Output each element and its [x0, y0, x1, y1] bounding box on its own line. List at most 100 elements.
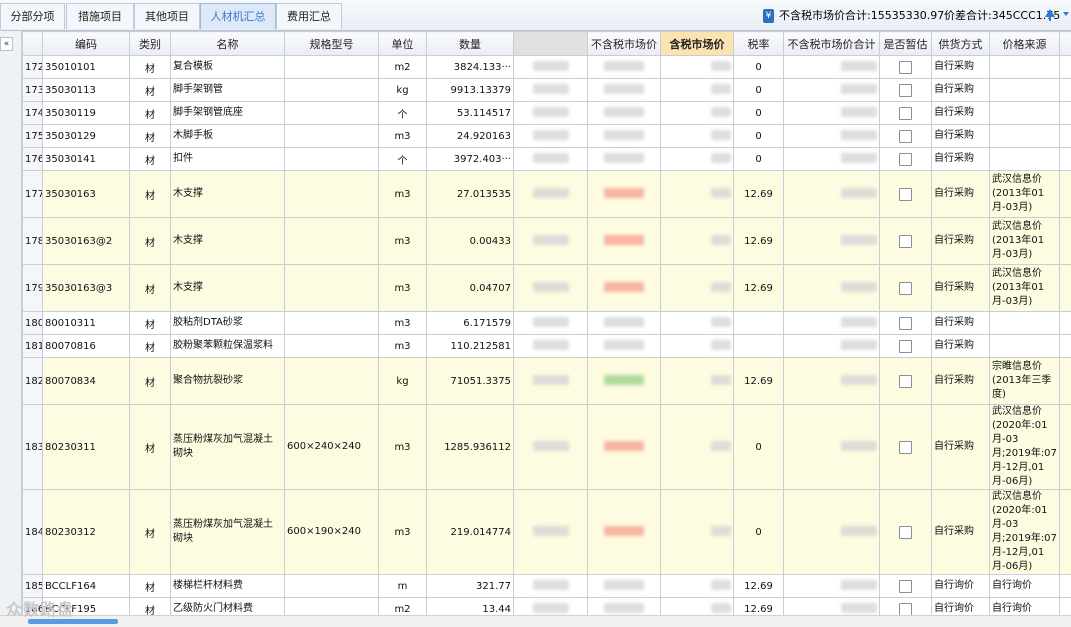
- cell-estimate[interactable]: [880, 490, 932, 575]
- cell-name[interactable]: 脚手架钢管: [171, 79, 285, 102]
- cell-remark[interactable]: [1060, 265, 1071, 312]
- table-row[interactable]: 17435030119材脚手架钢管底座个53.1145170自行采购: [23, 102, 1071, 125]
- cell-unit[interactable]: m3: [379, 171, 427, 218]
- cell-tax-rate[interactable]: 12.69: [734, 358, 784, 405]
- header-price-source[interactable]: 价格来源: [990, 32, 1060, 56]
- table-row[interactable]: 17935030163@3材木支撑m30.0470712.69自行采购武汉信息价…: [23, 265, 1071, 312]
- cell-market-total[interactable]: [784, 56, 880, 79]
- cell-code[interactable]: 35030141: [43, 148, 130, 171]
- cell-spec[interactable]: [285, 125, 379, 148]
- cell-remark[interactable]: [1060, 56, 1071, 79]
- cell-spec[interactable]: [285, 265, 379, 312]
- cell-estimate[interactable]: [880, 56, 932, 79]
- cell-qty[interactable]: 0.04707: [427, 265, 514, 312]
- header-spec[interactable]: 规格型号: [285, 32, 379, 56]
- estimate-checkbox[interactable]: [899, 130, 912, 143]
- cell-spec[interactable]: [285, 575, 379, 598]
- header-market-total[interactable]: 不含税市场价合计: [784, 32, 880, 56]
- cell-code[interactable]: 80230311: [43, 405, 130, 490]
- cell-unit[interactable]: m2: [379, 56, 427, 79]
- cell-qty[interactable]: 6.171579: [427, 312, 514, 335]
- cell-market-price-notax[interactable]: [588, 598, 661, 616]
- table-row[interactable]: 18180070816材胶粉聚苯颗粒保温浆料m3110.212581自行采购: [23, 335, 1071, 358]
- collapse-panel-icon[interactable]: «: [0, 37, 13, 51]
- cell-tax-rate[interactable]: 0: [734, 102, 784, 125]
- cell-market-price-tax[interactable]: [661, 79, 734, 102]
- cell-price-source[interactable]: 武汉信息价(2020年:01月-03月;2019年:07月-12月,01月-06…: [990, 490, 1060, 575]
- cell-market-total[interactable]: [784, 125, 880, 148]
- cell-type[interactable]: 材: [130, 490, 171, 575]
- tab-qita[interactable]: 其他项目: [134, 3, 200, 29]
- cell-qty[interactable]: 13.44: [427, 598, 514, 616]
- estimate-checkbox[interactable]: [899, 317, 912, 330]
- header-estimate[interactable]: 是否暂估: [880, 32, 932, 56]
- cell-price-source[interactable]: [990, 335, 1060, 358]
- cell-code[interactable]: 35030163: [43, 171, 130, 218]
- cell-price-source[interactable]: [990, 102, 1060, 125]
- cell-qty[interactable]: 9913.13379: [427, 79, 514, 102]
- cell-price-source[interactable]: 自行询价: [990, 575, 1060, 598]
- cell-unit[interactable]: m3: [379, 265, 427, 312]
- cell-market-price-notax[interactable]: [588, 171, 661, 218]
- cell-spec[interactable]: [285, 335, 379, 358]
- cell-supply[interactable]: 自行询价: [932, 575, 990, 598]
- cell-market-total[interactable]: [784, 79, 880, 102]
- cell-supply[interactable]: 自行采购: [932, 171, 990, 218]
- cell-qty[interactable]: 1285.936112: [427, 405, 514, 490]
- cell-estimate[interactable]: [880, 598, 932, 616]
- cell-market-price-tax[interactable]: [661, 265, 734, 312]
- cell-supply[interactable]: 自行采购: [932, 148, 990, 171]
- cell-market-price-tax[interactable]: [661, 218, 734, 265]
- cell-type[interactable]: 材: [130, 358, 171, 405]
- tab-rencaiji[interactable]: 人材机汇总: [200, 3, 276, 29]
- cell-supply[interactable]: 自行采购: [932, 358, 990, 405]
- cell-qty[interactable]: 219.014774: [427, 490, 514, 575]
- cell-market-price-tax[interactable]: [661, 148, 734, 171]
- cell-qty[interactable]: 27.013535: [427, 171, 514, 218]
- table-row[interactable]: 18380230311材蒸压粉煤灰加气混凝土砌块600×240×240m3128…: [23, 405, 1071, 490]
- cell-unit[interactable]: m3: [379, 405, 427, 490]
- cell-unit[interactable]: m3: [379, 312, 427, 335]
- estimate-checkbox[interactable]: [899, 603, 912, 616]
- cell-market-price-tax[interactable]: [661, 125, 734, 148]
- cell-market-price-notax[interactable]: [588, 265, 661, 312]
- cell-price-source[interactable]: [990, 312, 1060, 335]
- estimate-checkbox[interactable]: [899, 580, 912, 593]
- cell-type[interactable]: 材: [130, 125, 171, 148]
- cell-spec[interactable]: [285, 79, 379, 102]
- cell-name[interactable]: 木支撑: [171, 171, 285, 218]
- cell-tax-rate[interactable]: 12.69: [734, 171, 784, 218]
- cell-supply[interactable]: 自行采购: [932, 56, 990, 79]
- cell-market-total[interactable]: [784, 575, 880, 598]
- cell-supply[interactable]: 自行采购: [932, 312, 990, 335]
- cell-price-source[interactable]: 武汉信息价(2013年01月-03月): [990, 265, 1060, 312]
- cell-price-source[interactable]: [990, 56, 1060, 79]
- estimate-checkbox[interactable]: [899, 375, 912, 388]
- cell-tax-rate[interactable]: 0: [734, 148, 784, 171]
- cell-estimate[interactable]: [880, 405, 932, 490]
- cell-unit[interactable]: m2: [379, 598, 427, 616]
- header-market-price-tax[interactable]: 含税市场价: [661, 32, 734, 56]
- cell-name[interactable]: 乙级防火门材料费: [171, 598, 285, 616]
- cell-qty[interactable]: 71051.3375: [427, 358, 514, 405]
- cell-qty[interactable]: 321.77: [427, 575, 514, 598]
- cell-market-price-notax[interactable]: [588, 335, 661, 358]
- cell-tax-rate[interactable]: [734, 335, 784, 358]
- cell-qty[interactable]: 24.920163: [427, 125, 514, 148]
- cell-code[interactable]: 80230312: [43, 490, 130, 575]
- cell-code[interactable]: 35030163@3: [43, 265, 130, 312]
- estimate-checkbox[interactable]: [899, 340, 912, 353]
- cell-unit[interactable]: m3: [379, 335, 427, 358]
- cell-unit[interactable]: kg: [379, 358, 427, 405]
- tab-feiyong[interactable]: 费用汇总: [276, 3, 342, 29]
- cell-remark[interactable]: [1060, 171, 1071, 218]
- cell-code[interactable]: 35030113: [43, 79, 130, 102]
- table-row[interactable]: 17235010101材复合模板m23824.133···0自行采购: [23, 56, 1071, 79]
- cell-code[interactable]: BCCLF164: [43, 575, 130, 598]
- cell-qty[interactable]: 3824.133···: [427, 56, 514, 79]
- cell-unit[interactable]: kg: [379, 79, 427, 102]
- tab-fenbu[interactable]: 分部分项: [0, 3, 65, 29]
- cell-remark[interactable]: [1060, 102, 1071, 125]
- cell-market-price-tax[interactable]: [661, 312, 734, 335]
- header-blurred[interactable]: [514, 32, 588, 56]
